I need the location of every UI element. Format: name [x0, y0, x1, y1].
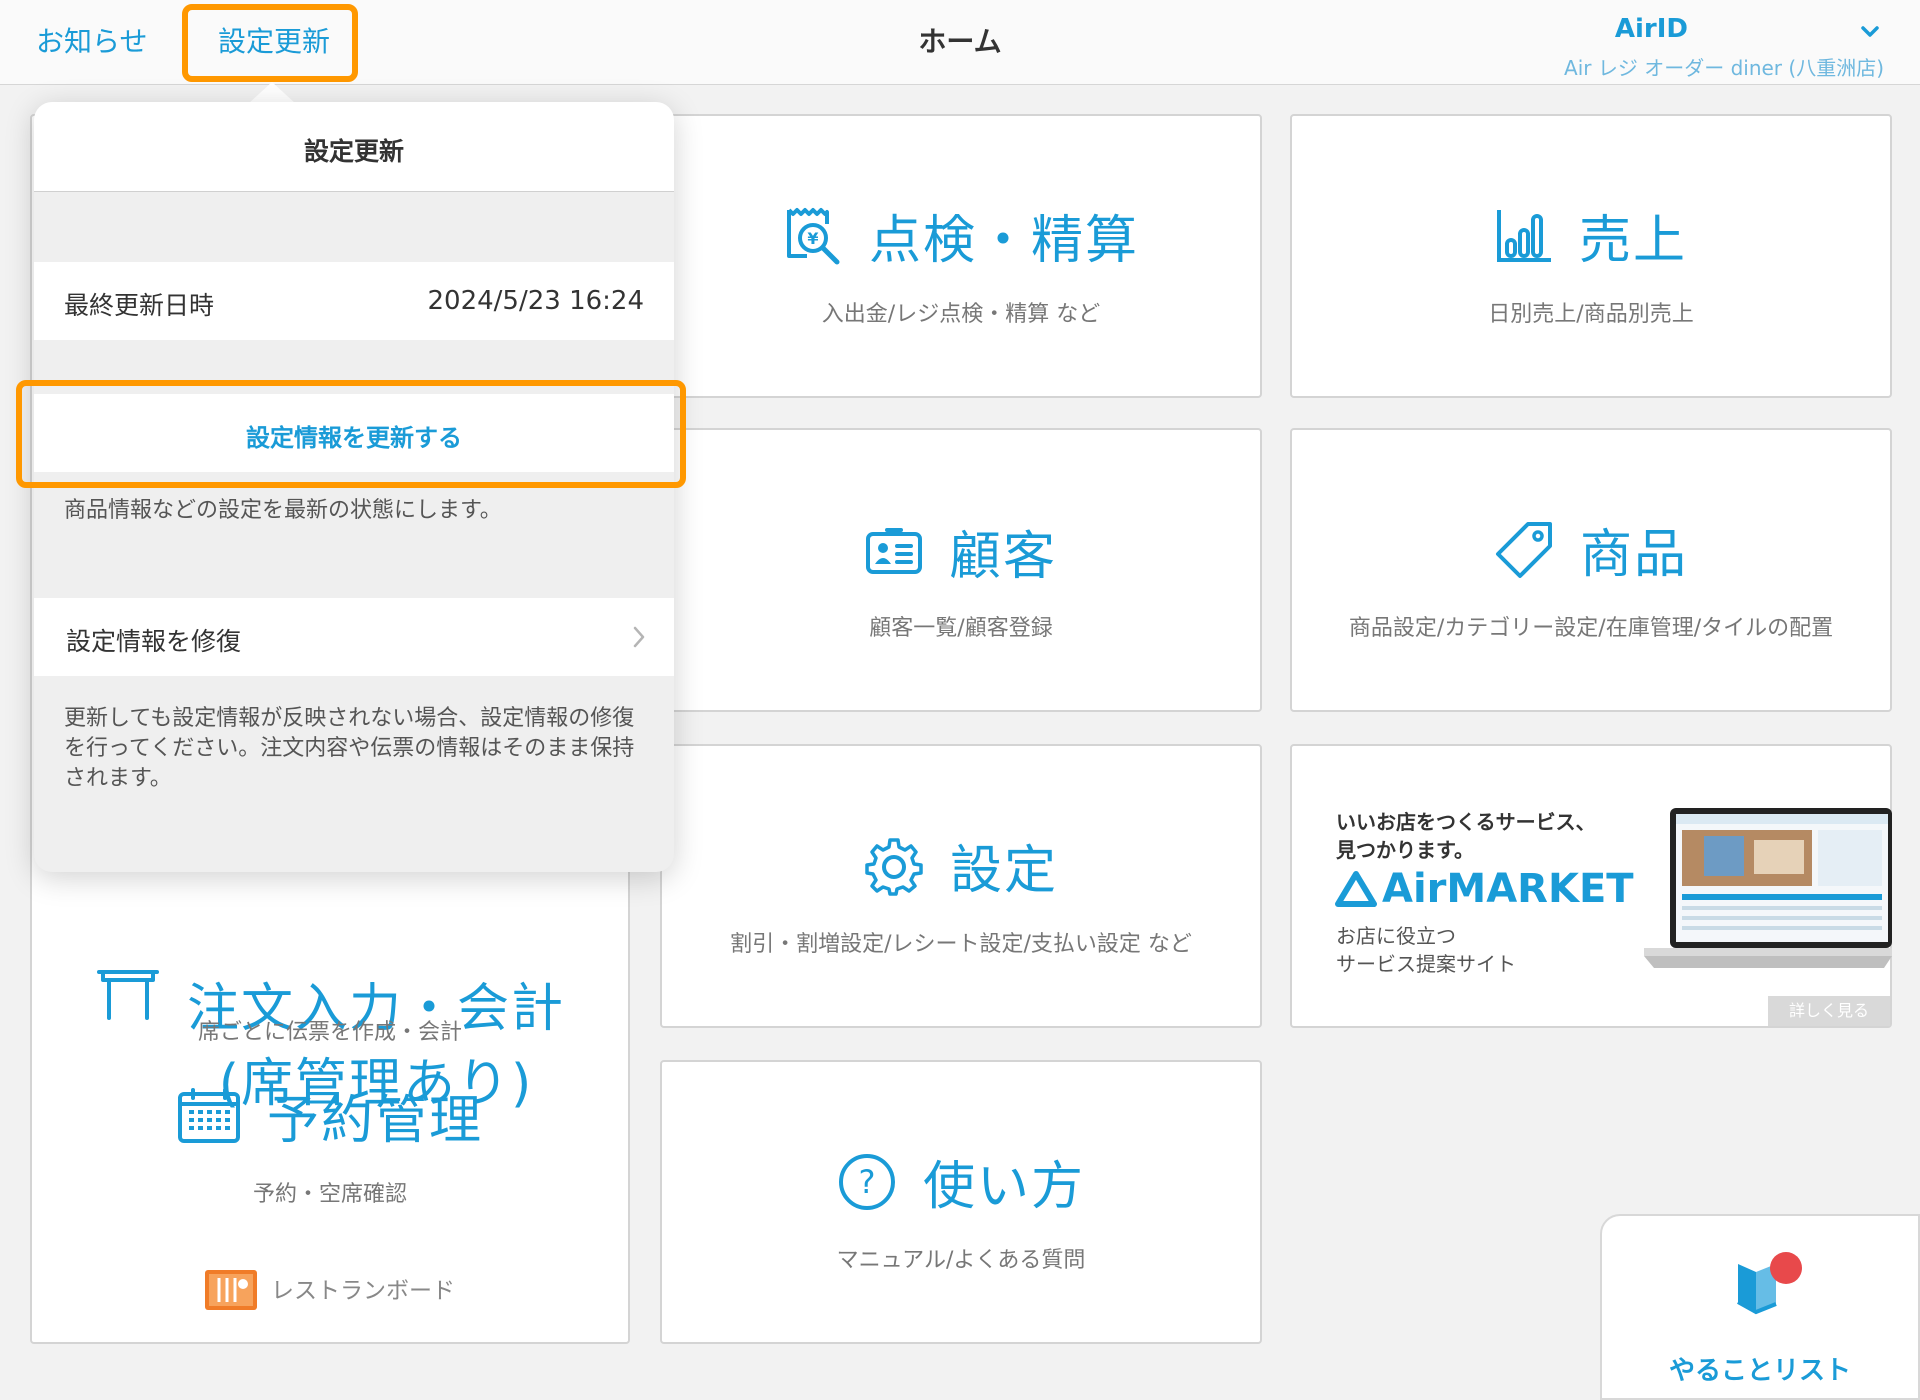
store-name: Air レジ オーダー diner (八重洲店)	[1564, 56, 1884, 80]
airmarket-logo: AirMARKET	[1334, 866, 1634, 912]
last-update-row: 最終更新日時 2024/5/23 16:24	[34, 262, 674, 340]
last-update-label: 最終更新日時	[64, 291, 215, 320]
sales-tile[interactable]: 売上 日別売上/商品別売上	[1290, 114, 1892, 398]
question-circle-icon: ?	[838, 1153, 895, 1210]
chevron-down-icon	[1861, 26, 1879, 37]
product-tile[interactable]: 商品 商品設定/カテゴリー設定/在庫管理/タイルの配置	[1290, 428, 1892, 712]
banner-caption: お店に役立つ サービス提案サイト	[1336, 924, 1516, 976]
popover-arrow	[248, 82, 296, 104]
notification-badge	[1770, 1252, 1802, 1284]
last-update-value: 2024/5/23 16:24	[427, 286, 644, 316]
banner-headline: いいお店をつくるサービス、 見つかります。	[1336, 810, 1596, 862]
todo-list-icon	[1737, 1252, 1802, 1315]
restaurant-board-link[interactable]: レストランボード	[32, 1266, 628, 1310]
airmarket-banner[interactable]: いいお店をつくるサービス、 見つかります。 AirMARKET お店に役立つ サ…	[1290, 744, 1892, 1028]
customer-title: 顧客	[948, 527, 1057, 587]
popover-title: 設定更新	[34, 102, 674, 192]
order-entry-description: 席ごとに伝票を作成・会計	[197, 1020, 462, 1045]
help-title: 使い方	[922, 1157, 1085, 1217]
calendar-icon	[177, 1087, 240, 1143]
customer-tile[interactable]: 顧客 顧客一覧/顧客登録	[660, 428, 1262, 712]
reservation-title: 予約管理	[266, 1091, 483, 1151]
receipt-search-icon: ¥	[786, 207, 840, 264]
highlight-frame-update-button	[16, 380, 686, 488]
laptop-screenshot-image	[1644, 808, 1892, 968]
todo-list-button[interactable]: やることリスト	[1600, 1214, 1920, 1400]
check-settlement-tile[interactable]: ¥ 点検・精算 入出金/レジ点検・精算 など	[660, 114, 1262, 398]
svg-text:¥: ¥	[807, 229, 818, 248]
update-settings-note: 商品情報などの設定を最新の状態にします。	[64, 498, 502, 523]
repair-settings-row[interactable]: 設定情報を修復	[34, 598, 674, 676]
help-description: マニュアル/よくある質問	[836, 1248, 1086, 1273]
repair-settings-label: 設定情報を修復	[66, 627, 242, 656]
restaurant-board-label: レストランボード	[271, 1278, 455, 1304]
help-tile[interactable]: ? 使い方 マニュアル/よくある質問	[660, 1060, 1262, 1344]
bar-chart-icon	[1496, 209, 1551, 262]
account-id: AirID	[1614, 14, 1688, 44]
todo-list-label: やることリスト	[1668, 1356, 1851, 1386]
product-description: 商品設定/カテゴリー設定/在庫管理/タイルの配置	[1348, 616, 1834, 641]
settings-description: 割引・割増設定/レシート設定/支払い設定 など	[730, 932, 1192, 957]
product-title: 商品	[1579, 525, 1688, 585]
check-settlement-description: 入出金/レジ点検・精算 など	[821, 302, 1101, 327]
app-root: お知らせ 設定更新 ホーム AirID Air レジ オーダー diner (八…	[0, 0, 1920, 1400]
check-settlement-title: 点検・精算	[868, 211, 1139, 271]
reservation-button[interactable]: 予約管理	[32, 1078, 628, 1153]
chevron-right-icon	[633, 626, 645, 648]
tag-icon	[1495, 521, 1552, 578]
sales-title: 売上	[1578, 211, 1687, 271]
restaurant-board-icon	[205, 1270, 257, 1310]
airmarket-logo-icon	[1335, 871, 1377, 907]
top-bar: お知らせ 設定更新 ホーム AirID Air レジ オーダー diner (八…	[0, 0, 1920, 85]
settings-tile[interactable]: 設定 割引・割増設定/レシート設定/支払い設定 など	[660, 744, 1262, 1028]
banner-more-button[interactable]: 詳しく見る	[1768, 996, 1890, 1026]
account-switcher[interactable]: AirID Air レジ オーダー diner (八重洲店)	[1564, 14, 1884, 81]
svg-text:?: ?	[858, 1163, 875, 1201]
gear-icon	[865, 837, 923, 896]
settings-title: 設定	[949, 841, 1058, 901]
sales-description: 日別売上/商品別売上	[1488, 302, 1694, 327]
id-card-icon	[865, 527, 922, 574]
customer-description: 顧客一覧/顧客登録	[869, 616, 1053, 641]
reservation-description: 予約・空席確認	[252, 1182, 407, 1207]
repair-settings-note: 更新しても設定情報が反映されない場合、設定情報の修復を行ってください。注文内容や…	[64, 706, 635, 791]
